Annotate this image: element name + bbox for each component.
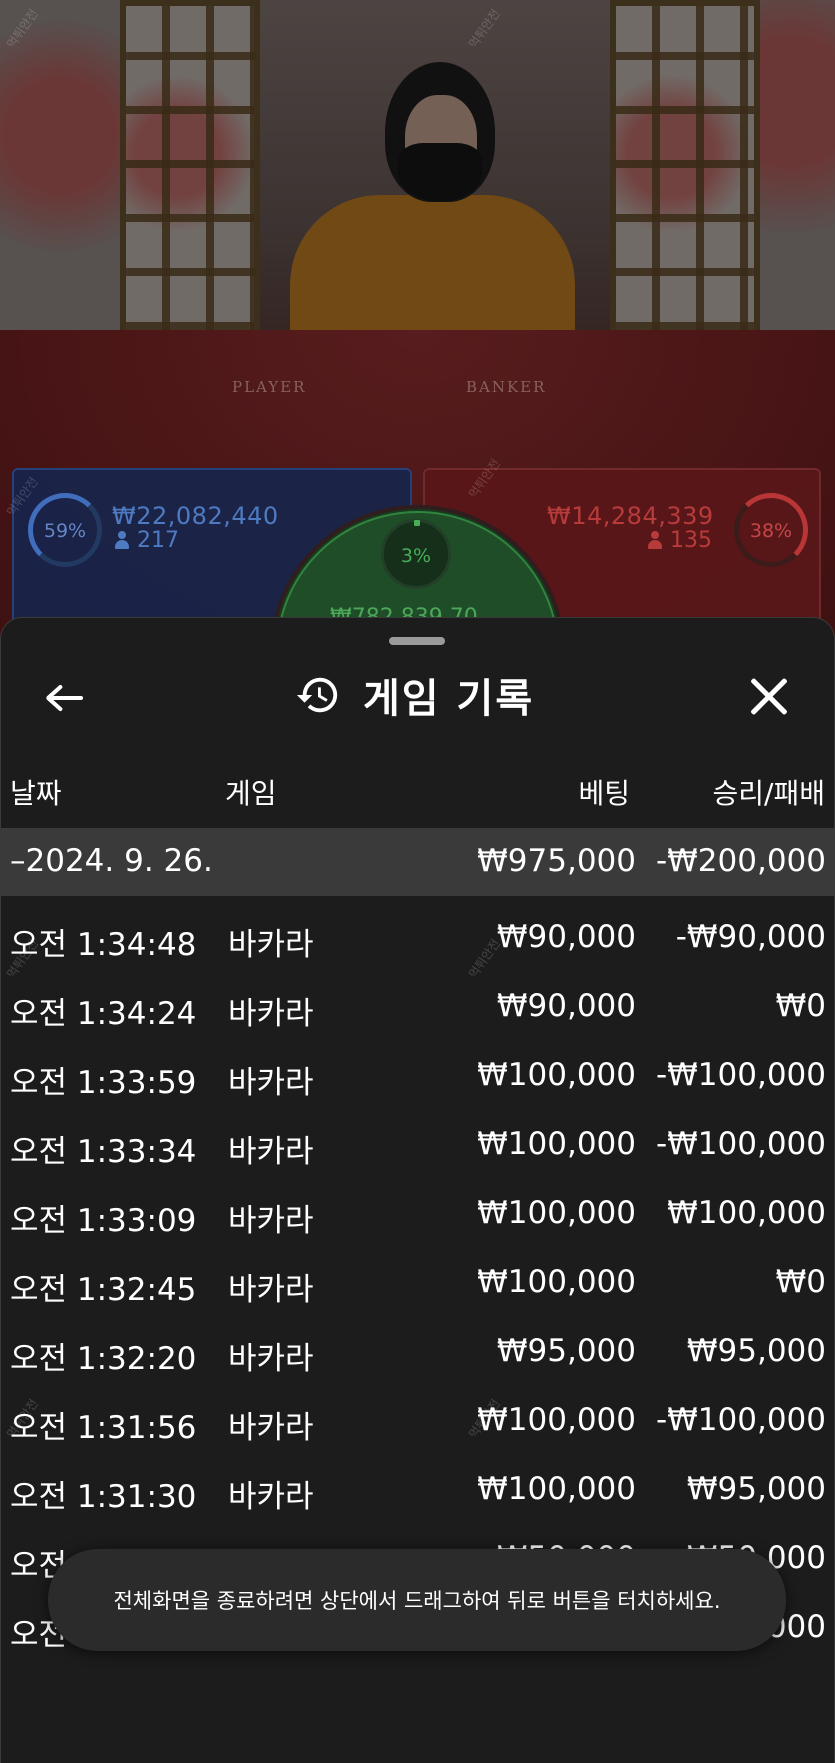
row-game: 바카라 <box>228 1272 314 1308</box>
row-bet: ₩95,000 <box>496 1333 636 1369</box>
row-time: 오전 1:34:48 <box>10 927 197 963</box>
row-game: 바카라 <box>228 1410 314 1446</box>
row-bet: ₩100,000 <box>477 1057 636 1093</box>
column-header-bet: 베팅 <box>578 777 630 810</box>
history-icon <box>296 677 338 713</box>
live-video-feed: PLAYER BANKER 59% ₩22,082,440 217 38% ₩1… <box>0 0 835 640</box>
row-game: 바카라 <box>228 1134 314 1170</box>
row-bet: ₩100,000 <box>477 1402 636 1438</box>
summary-date: –2024. 9. 26. <box>10 843 213 879</box>
sheet-header: 게임 기록 <box>295 665 534 725</box>
column-header-result: 승리/패배 <box>712 777 825 810</box>
row-game: 바카라 <box>228 1479 314 1515</box>
row-bet: ₩100,000 <box>477 1126 636 1162</box>
fullscreen-exit-toast: 전체화면을 종료하려면 상단에서 드래그하여 뒤로 버튼을 터치하세요. <box>48 1549 786 1651</box>
row-game: 바카라 <box>228 1203 314 1239</box>
close-icon[interactable] <box>742 670 796 724</box>
row-time: 오전 1:33:34 <box>10 1134 197 1170</box>
summary-result: -₩200,000 <box>655 843 826 879</box>
row-bet: ₩90,000 <box>496 988 636 1024</box>
row-result: -₩90,000 <box>675 919 826 955</box>
row-game: 바카라 <box>228 927 314 963</box>
row-time: 오전 1:32:20 <box>10 1341 197 1377</box>
row-result: -₩100,000 <box>655 1057 826 1093</box>
row-time: 오전 1:33:09 <box>10 1203 197 1239</box>
column-header-game: 게임 <box>225 777 277 810</box>
page-title: 게임 기록 <box>363 676 535 722</box>
row-result: ₩95,000 <box>686 1333 826 1369</box>
row-time: 오전 1:32:45 <box>10 1272 197 1308</box>
row-game: 바카라 <box>228 996 314 1032</box>
row-result: ₩95,000 <box>686 1471 826 1507</box>
video-dim-overlay <box>0 0 835 640</box>
row-game: 바카라 <box>228 1065 314 1101</box>
sheet-drag-handle[interactable] <box>389 637 445 645</box>
row-bet: ₩100,000 <box>477 1195 636 1231</box>
row-bet: ₩100,000 <box>477 1264 636 1300</box>
arrow-left-icon[interactable] <box>40 670 96 726</box>
row-result: ₩100,000 <box>667 1195 826 1231</box>
row-time: 오전 1:34:24 <box>10 996 197 1032</box>
row-time: 오전 1:33:59 <box>10 1065 197 1101</box>
row-time: 오전 1:31:30 <box>10 1479 197 1515</box>
row-bet: ₩100,000 <box>477 1471 636 1507</box>
row-result: ₩0 <box>775 1264 826 1300</box>
row-bet: ₩90,000 <box>496 919 636 955</box>
summary-bet: ₩975,000 <box>477 843 636 879</box>
row-game: 바카라 <box>228 1341 314 1377</box>
column-header-date: 날짜 <box>10 777 62 810</box>
row-result: -₩100,000 <box>655 1402 826 1438</box>
row-result: ₩0 <box>775 988 826 1024</box>
row-result: -₩100,000 <box>655 1126 826 1162</box>
